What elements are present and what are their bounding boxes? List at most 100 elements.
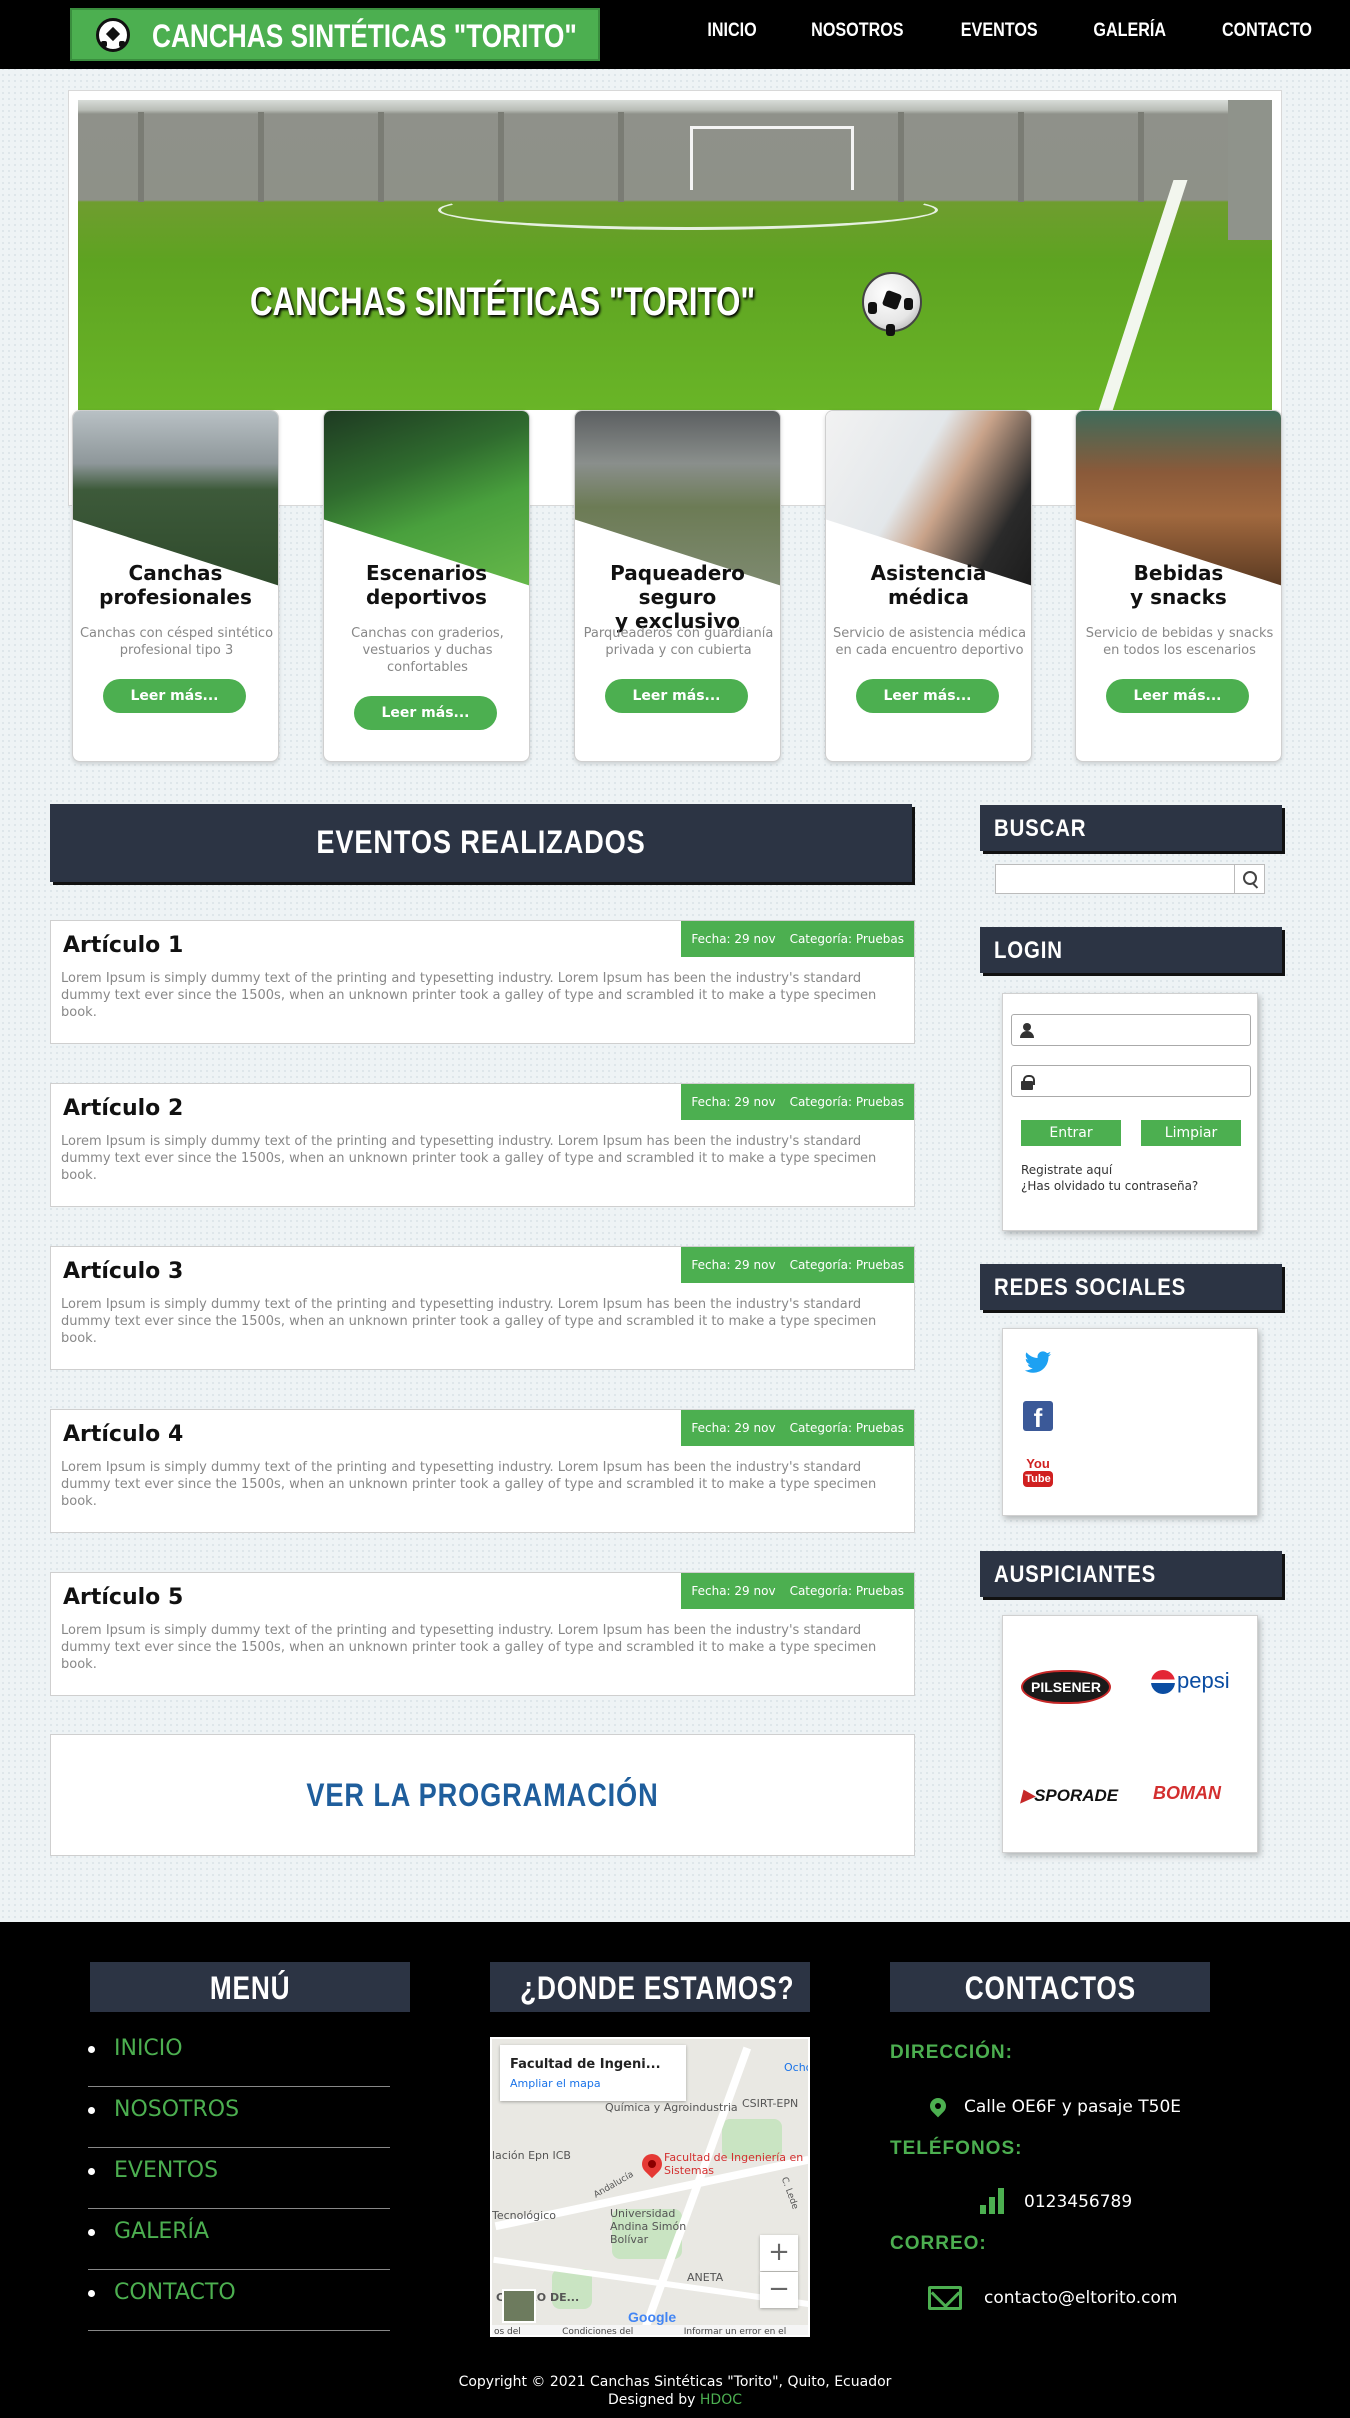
email-value[interactable]: contacto@eltorito.com <box>984 2288 1177 2308</box>
search-input[interactable] <box>996 865 1234 893</box>
feature-cards: Canchas profesionales Canchas con césped… <box>72 410 1282 762</box>
map-data-link[interactable]: os del mapa <box>494 2325 548 2335</box>
map-place-title: Facultad de Ingeni... <box>510 2057 661 2072</box>
lock-icon <box>1021 1075 1035 1090</box>
youtube-icon[interactable]: You Tube <box>1023 1457 1053 1491</box>
login-heading: LOGIN <box>980 927 1282 973</box>
read-more-button[interactable]: Leer más... <box>103 679 246 713</box>
clear-button[interactable]: Limpiar <box>1141 1120 1241 1146</box>
article-title[interactable]: Artículo 1 <box>63 933 183 958</box>
map-label: C. Lede <box>778 2175 800 2211</box>
zoom-in-button[interactable]: + <box>760 2235 798 2271</box>
facebook-icon[interactable]: f <box>1023 1401 1053 1433</box>
read-more-button[interactable]: Leer más... <box>605 679 748 713</box>
article-date: Fecha: 29 nov <box>691 932 776 946</box>
search-icon[interactable] <box>1234 865 1264 893</box>
article-category[interactable]: Categoría: Pruebas <box>790 1084 904 1120</box>
zoom-out-button[interactable]: − <box>760 2272 798 2308</box>
login-button[interactable]: Entrar <box>1021 1120 1121 1146</box>
footer-link-galeria[interactable]: GALERÍA <box>114 2219 209 2244</box>
article-excerpt: Lorem Ipsum is simply dummy text of the … <box>61 1460 877 1509</box>
article-title[interactable]: Artículo 3 <box>63 1259 183 1284</box>
sponsor-name: pepsi <box>1177 1668 1230 1693</box>
card-title: Canchas profesionales <box>99 561 252 609</box>
youtube-you: You <box>1026 1456 1050 1471</box>
sporade-logo[interactable]: ▶SPORADE <box>1021 1786 1118 1806</box>
nav-inicio[interactable]: INICIO <box>708 20 757 42</box>
article-category[interactable]: Categoría: Pruebas <box>790 1410 904 1446</box>
map-label: Química y Agroindustria <box>605 2101 738 2114</box>
footer-menu-item[interactable]: GALERÍA <box>88 2209 390 2270</box>
map-enlarge-link[interactable]: Ampliar el mapa <box>510 2077 601 2090</box>
twitter-icon[interactable] <box>1023 1351 1053 1375</box>
article-card[interactable]: Artículo 5 Fecha: 29 nov Categoría: Prue… <box>50 1572 915 1696</box>
article-excerpt: Lorem Ipsum is simply dummy text of the … <box>61 971 877 1020</box>
footer-contacts-heading: CONTACTOS <box>890 1962 1210 2012</box>
footer-menu-item[interactable]: INICIO <box>88 2026 390 2087</box>
schedule-link-box[interactable]: VER LA PROGRAMACIÓN <box>50 1734 915 1856</box>
read-more-button[interactable]: Leer más... <box>354 696 497 730</box>
footer-contacts-heading-text: CONTACTOS <box>964 1970 1136 2006</box>
designed-by: Designed by HDOC <box>0 2391 1350 2409</box>
google-map[interactable]: Facultad de Ingeni... Ampliar el mapa Qu… <box>490 2037 810 2337</box>
article-title[interactable]: Artículo 2 <box>63 1096 183 1121</box>
register-link[interactable]: Registrate aquí <box>1021 1163 1112 1177</box>
facebook-letter: f <box>1033 1403 1043 1433</box>
username-input[interactable] <box>1040 1017 1246 1043</box>
schedule-link[interactable]: VER LA PROGRAMACIÓN <box>116 1777 850 1814</box>
password-field[interactable] <box>1011 1065 1251 1097</box>
map-satellite-thumbnail[interactable] <box>502 2289 536 2323</box>
nav-nosotros[interactable]: NOSOTROS <box>812 20 904 42</box>
footer-link-eventos[interactable]: EVENTOS <box>114 2158 218 2183</box>
map-report-link[interactable]: Informar un error en el mapa <box>684 2325 808 2335</box>
user-icon <box>1020 1023 1034 1038</box>
phone-value: 0123456789 <box>1024 2192 1133 2212</box>
username-field[interactable] <box>1011 1014 1251 1046</box>
nav-galeria[interactable]: GALERÍA <box>1093 20 1166 42</box>
article-category[interactable]: Categoría: Pruebas <box>790 1247 904 1283</box>
footer-link-nosotros[interactable]: NOSOTROS <box>114 2097 239 2122</box>
article-card[interactable]: Artículo 4 Fecha: 29 nov Categoría: Prue… <box>50 1409 915 1533</box>
footer-menu-item[interactable]: NOSOTROS <box>88 2087 390 2148</box>
brand-logo[interactable]: CANCHAS SINTÉTICAS "TORITO" <box>70 8 600 61</box>
hero-title: CANCHAS SINTÉTICAS "TORITO" <box>250 280 756 324</box>
social-heading-text: REDES SOCIALES <box>994 1274 1187 1301</box>
article-card[interactable]: Artículo 1 Fecha: 29 nov Categoría: Prue… <box>50 920 915 1044</box>
footer-link-contacto[interactable]: CONTACTO <box>114 2280 236 2305</box>
footer-link-inicio[interactable]: INICIO <box>114 2036 183 2061</box>
forgot-password-link[interactable]: ¿Has olvidado tu contraseña? <box>1021 1179 1198 1193</box>
article-title[interactable]: Artículo 4 <box>63 1422 183 1447</box>
sponsor-name: SPORADE <box>1034 1786 1119 1805</box>
designed-by-text: Designed by <box>607 2392 700 2408</box>
pepsi-logo[interactable]: pepsi <box>1177 1668 1230 1694</box>
article-card[interactable]: Artículo 3 Fecha: 29 nov Categoría: Prue… <box>50 1246 915 1370</box>
article-category[interactable]: Categoría: Pruebas <box>790 921 904 957</box>
article-card[interactable]: Artículo 2 Fecha: 29 nov Categoría: Prue… <box>50 1083 915 1207</box>
footer-menu-item[interactable]: EVENTOS <box>88 2148 390 2209</box>
article-title[interactable]: Artículo 5 <box>63 1585 183 1610</box>
login-panel: Entrar Limpiar Registrate aquí ¿Has olvi… <box>1002 993 1258 1231</box>
nav-contacto[interactable]: CONTACTO <box>1222 20 1312 42</box>
map-label: lación Epn ICB <box>492 2149 571 2162</box>
article-category[interactable]: Categoría: Pruebas <box>790 1573 904 1609</box>
footer-location-heading: ¿DONDE ESTAMOS? <box>490 1962 810 2012</box>
map-terms-link[interactable]: Condiciones del Servicio <box>562 2325 670 2335</box>
soccer-ball-icon <box>862 272 922 332</box>
sponsor-name: BOMAN <box>1153 1783 1221 1803</box>
footer-menu-item[interactable]: CONTACTO <box>88 2270 390 2331</box>
read-more-button[interactable]: Leer más... <box>856 679 999 713</box>
search-heading: BUSCAR <box>980 805 1282 851</box>
location-pin-icon <box>926 2094 950 2118</box>
boman-logo[interactable]: BOMAN <box>1153 1783 1221 1804</box>
designer-link[interactable]: HDOC <box>700 2392 742 2408</box>
map-pin-icon[interactable] <box>637 2149 667 2179</box>
password-input[interactable] <box>1040 1068 1246 1094</box>
sponsors-heading: AUSPICIANTES <box>980 1551 1282 1597</box>
search-heading-text: BUSCAR <box>994 815 1087 842</box>
article-excerpt: Lorem Ipsum is simply dummy text of the … <box>61 1297 877 1346</box>
nav-eventos[interactable]: EVENTOS <box>961 20 1038 42</box>
footer: MENÚ INICIO NOSOTROS EVENTOS GALERÍA CON… <box>0 1922 1350 2418</box>
read-more-button[interactable]: Leer más... <box>1106 679 1249 713</box>
pilsener-logo[interactable]: PILSENER <box>1021 1670 1111 1704</box>
email-label: CORREO: <box>890 2233 987 2254</box>
